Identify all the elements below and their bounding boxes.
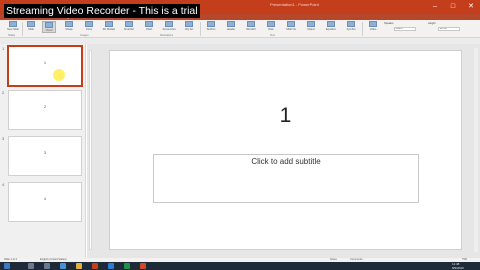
- task-view-icon[interactable]: [44, 263, 50, 269]
- textbox-button[interactable]: Textbox: [204, 21, 218, 33]
- taskbar: 11:48 8/9/2020: [0, 262, 480, 270]
- wordart-button[interactable]: WordArt: [244, 21, 258, 33]
- thumb-number: 2: [2, 90, 5, 95]
- video-icon: [369, 21, 377, 27]
- wordart-icon: [247, 21, 255, 27]
- group-text-label: Text: [270, 34, 275, 37]
- new-slide-button[interactable]: New Slide: [6, 21, 20, 33]
- slide-thumbnail-2[interactable]: 2: [8, 90, 82, 130]
- close-icon[interactable]: ✕: [462, 0, 480, 14]
- equation-button[interactable]: Equation: [324, 21, 338, 33]
- icons-icon: [85, 21, 93, 27]
- word-icon[interactable]: [108, 263, 114, 269]
- search-icon[interactable]: [28, 263, 34, 269]
- object-button[interactable]: Object: [304, 21, 318, 33]
- cube-icon: [105, 21, 113, 27]
- thumb-label: 2: [43, 104, 47, 109]
- slide-thumbnail-4[interactable]: 4: [8, 182, 82, 222]
- thumb-label: 3: [43, 150, 47, 155]
- ribbon-separator: [200, 22, 201, 36]
- comments-button[interactable]: Comments: [350, 258, 363, 261]
- file-explorer-icon[interactable]: [76, 263, 82, 269]
- slide-title[interactable]: 1: [110, 104, 461, 128]
- thumb-label: 1: [43, 60, 47, 65]
- speaker-label: Speaker: [384, 22, 394, 25]
- current-slide[interactable]: 1 Click to add subtitle: [109, 50, 462, 250]
- excel-icon[interactable]: [124, 263, 130, 269]
- shape-button[interactable]: Shape: [62, 21, 76, 33]
- slide-thumbnail-1[interactable]: 1: [7, 45, 83, 87]
- slide-editor: 1 Click to add subtitle: [87, 44, 480, 258]
- clip-art-button[interactable]: Clip Art: [182, 21, 196, 33]
- language-status[interactable]: English (United States): [40, 258, 67, 261]
- new-slide-icon: [9, 21, 17, 27]
- group-illustrations-label: Illustrations: [160, 34, 174, 37]
- cloud-button[interactable]: Cloud: [42, 21, 56, 33]
- thumb-number: 1: [2, 46, 5, 51]
- size-label: Height: [428, 22, 436, 25]
- subtitle-placeholder[interactable]: Click to add subtitle: [153, 154, 419, 203]
- chart-icon: [145, 21, 153, 27]
- thumb-number: 4: [2, 182, 5, 187]
- window-title: Presentation1 - PowerPoint: [270, 2, 319, 7]
- smartart-icon: [125, 21, 133, 27]
- ribbon-separator: [362, 22, 363, 36]
- header-button[interactable]: Header: [224, 21, 238, 33]
- symbol-button[interactable]: Symbol: [344, 21, 358, 33]
- slide-thumbnail-3[interactable]: 3: [8, 136, 82, 176]
- recorder-overlay: Streaming Video Recorder - This is a tri…: [4, 4, 200, 18]
- date-icon: [267, 21, 275, 27]
- start-icon[interactable]: [4, 263, 10, 269]
- slide-button[interactable]: Slide: [24, 21, 38, 33]
- group-images-label: Images: [80, 34, 89, 37]
- header-icon: [227, 21, 235, 27]
- powerpoint-window: Presentation1 - PowerPoint – □ ✕ File Ho…: [0, 0, 480, 270]
- clock-date: 8/9/2020: [452, 266, 464, 270]
- ribbon-separator: [22, 22, 23, 36]
- notes-button[interactable]: Notes: [330, 258, 337, 261]
- edge-icon[interactable]: [60, 263, 66, 269]
- ribbon: New Slide Slide Cloud Shape Icons 3D Mod…: [0, 20, 480, 38]
- slide-number-icon: [287, 21, 295, 27]
- powerpoint-icon[interactable]: [92, 263, 98, 269]
- object-icon: [307, 21, 315, 27]
- symbol-icon: [347, 21, 355, 27]
- cloud-icon: [45, 22, 53, 28]
- smartart-button[interactable]: SmartArt: [122, 21, 136, 33]
- thumb-number: 3: [2, 136, 5, 141]
- recorder-icon[interactable]: [140, 263, 146, 269]
- group-slides-label: Slides: [8, 34, 16, 37]
- screenshot-icon: [165, 21, 173, 27]
- equation-icon: [327, 21, 335, 27]
- chart-button[interactable]: Chart: [142, 21, 156, 33]
- 3d-models-button[interactable]: 3D Models: [102, 21, 116, 33]
- zoom-select[interactable]: 100%: [394, 27, 416, 31]
- video-button[interactable]: Video: [366, 21, 380, 33]
- size-input[interactable]: 10 cm: [438, 27, 460, 31]
- textbox-icon: [207, 21, 215, 27]
- subtitle-placeholder-text: Click to add subtitle: [251, 157, 321, 166]
- slide-thumbnails-pane: 1 1 2 2 3 3 4 4: [0, 44, 86, 258]
- zoom-level[interactable]: 75%: [462, 258, 467, 261]
- clip-art-icon: [185, 21, 193, 27]
- cursor-highlight: [53, 69, 65, 81]
- vertical-scrollbar[interactable]: [474, 48, 478, 252]
- slide-number-button[interactable]: Slide No: [284, 21, 298, 33]
- screenshot-button[interactable]: Screenshot: [162, 21, 176, 33]
- slide-icon: [27, 21, 35, 27]
- minimize-icon[interactable]: –: [426, 0, 444, 14]
- date-button[interactable]: Date: [264, 21, 278, 33]
- shape-icon: [65, 21, 73, 27]
- thumb-label: 4: [43, 196, 47, 201]
- maximize-icon[interactable]: □: [444, 0, 462, 14]
- slide-info: Slide 1 of 4: [4, 258, 17, 261]
- icons-button[interactable]: Icons: [82, 21, 96, 33]
- vertical-ruler: [89, 50, 92, 250]
